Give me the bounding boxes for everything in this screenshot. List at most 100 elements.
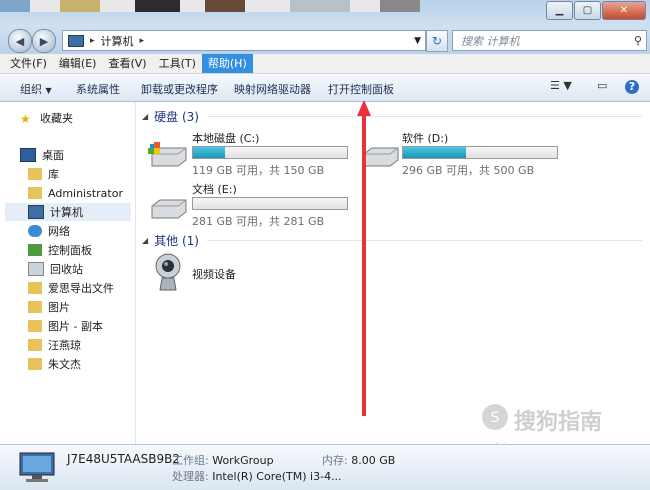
menu-file[interactable]: 文件(F)	[4, 54, 53, 73]
content-pane: ◢ 硬盘 (3) 本地磁盘 (C:) 119 GB 可用，共 150 GB 软件…	[136, 102, 650, 444]
recycle-bin-icon	[28, 262, 44, 276]
maximize-button[interactable]: ▢	[574, 1, 601, 20]
watermark-brand: 搜狗指南	[514, 410, 603, 435]
drive-free-space: 119 GB 可用，共 150 GB	[192, 164, 325, 177]
navigation-pane: ★ 收藏夹 桌面 库 Administrator 计算机 网络 控制面板 回收站…	[0, 102, 136, 444]
minimize-button[interactable]: ▁	[546, 1, 573, 20]
preview-pane-icon[interactable]: ▭	[597, 79, 607, 92]
details-pane: J7E48U5TAASB9B2 工作组: WorkGroup 内存: 8.00 …	[0, 444, 650, 490]
close-button[interactable]: ✕	[602, 1, 646, 20]
video-device-label[interactable]: 视频设备	[192, 266, 236, 282]
refresh-icon: ↻	[431, 34, 443, 48]
menu-tools[interactable]: 工具(T)	[153, 54, 202, 73]
drive-c-icon	[148, 142, 187, 167]
star-icon: ★	[20, 112, 31, 126]
nav-computer[interactable]: 计算机	[5, 203, 131, 221]
svg-text:S: S	[491, 410, 500, 426]
folder-icon	[28, 320, 42, 332]
drive-usage-bar	[192, 146, 348, 159]
nav-favorites[interactable]: ★ 收藏夹	[20, 109, 151, 127]
nav-label: 汪燕琼	[48, 339, 81, 352]
drive-usage-bar	[402, 146, 558, 159]
group-label: 其他 (1)	[154, 234, 199, 248]
taskbar-thumbnails	[0, 0, 420, 12]
webcam-icon	[155, 253, 181, 291]
cpu-label: 处理器:	[172, 470, 209, 483]
chevron-right-icon: ▸	[90, 35, 95, 46]
view-options-icon[interactable]: ☰ ▼	[550, 79, 572, 92]
folder-icon	[28, 282, 42, 294]
nav-label: 图片	[48, 301, 70, 314]
collapse-triangle-icon: ◢	[142, 112, 149, 121]
map-network-drive-button[interactable]: 映射网络驱动器	[234, 81, 311, 97]
nav-label: 桌面	[42, 149, 64, 162]
drive-name: 软件 (D:)	[402, 132, 449, 145]
address-bar[interactable]: ▸ 计算机 ▸ ▼	[62, 30, 426, 51]
nav-label: 库	[48, 168, 59, 181]
cpu-info: 处理器: Intel(R) Core(TM) i3-4...	[172, 468, 342, 484]
nav-label: 控制面板	[48, 244, 92, 257]
memory-label: 内存:	[322, 454, 348, 467]
organize-label: 组织	[20, 83, 42, 96]
computer-icon	[28, 205, 44, 219]
drive-name: 本地磁盘 (C:)	[192, 132, 260, 145]
help-icon[interactable]: ?	[625, 80, 639, 94]
menu-bar: 文件(F) 编辑(E) 查看(V) 工具(T) 帮助(H)	[0, 54, 650, 74]
nav-label: Administrator	[48, 186, 123, 200]
nav-desktop[interactable]: 桌面	[20, 146, 151, 164]
group-hard-disks[interactable]: ◢ 硬盘 (3)	[142, 108, 642, 125]
refresh-button[interactable]: ↻	[426, 30, 448, 52]
drive-e-icon	[151, 199, 187, 219]
forward-button[interactable]: ▶	[32, 29, 56, 53]
drive-name: 文档 (E:)	[192, 183, 237, 196]
organize-button[interactable]: 组织 ▼	[20, 81, 52, 97]
back-arrow-icon: ◀	[15, 34, 25, 48]
menu-view[interactable]: 查看(V)	[102, 54, 152, 73]
address-row: ◀ ▶ ▸ 计算机 ▸ ▼ ↻ 搜索 计算机 ⚲	[0, 26, 650, 54]
search-icon[interactable]: ⚲	[634, 34, 642, 47]
command-bar: 组织 ▼ 系统属性 卸载或更改程序 映射网络驱动器 打开控制面板 ☰ ▼ ▭ ?	[0, 74, 650, 102]
address-path: 计算机	[100, 34, 134, 48]
drive-usage-bar	[192, 197, 348, 210]
workgroup-value: WorkGroup	[212, 454, 274, 467]
title-bar: ▁ ▢ ✕	[0, 0, 650, 26]
folder-icon	[28, 301, 42, 313]
group-other[interactable]: ◢ 其他 (1)	[142, 232, 642, 249]
system-properties-button[interactable]: 系统属性	[76, 81, 120, 97]
computer-icon	[68, 34, 84, 47]
collapse-triangle-icon: ◢	[142, 236, 149, 245]
group-label: 硬盘 (3)	[154, 110, 199, 124]
nav-label: 朱文杰	[48, 358, 81, 371]
menu-help[interactable]: 帮助(H)	[201, 54, 253, 73]
drive-free-space: 296 GB 可用，共 500 GB	[402, 164, 535, 177]
drive-free-space: 281 GB 可用，共 281 GB	[192, 215, 325, 228]
nav-label: 计算机	[50, 206, 83, 219]
folder-icon	[28, 358, 42, 370]
nav-label: 回收站	[50, 263, 83, 276]
workgroup-label: 工作组:	[172, 454, 209, 467]
search-input[interactable]: 搜索 计算机 ⚲	[452, 30, 647, 51]
menu-edit[interactable]: 编辑(E)	[53, 54, 103, 73]
cpu-value: Intel(R) Core(TM) i3-4...	[212, 470, 342, 483]
uninstall-program-button[interactable]: 卸载或更改程序	[141, 81, 218, 97]
nav-label: 网络	[48, 225, 70, 238]
user-folder-icon	[28, 187, 42, 199]
chevron-down-icon: ▼	[45, 86, 52, 95]
library-icon	[28, 168, 42, 180]
search-placeholder: 搜索 计算机	[461, 34, 520, 48]
chevron-down-icon[interactable]: ▼	[414, 36, 421, 46]
nav-label: 爱思导出文件	[48, 282, 114, 295]
folder-icon	[28, 339, 42, 351]
desktop-icon	[20, 148, 36, 162]
computer-icon	[19, 452, 55, 482]
forward-arrow-icon: ▶	[39, 34, 49, 48]
back-button[interactable]: ◀	[8, 29, 32, 53]
open-control-panel-button[interactable]: 打开控制面板	[328, 81, 394, 97]
drive-d-icon	[363, 147, 399, 167]
memory-value: 8.00 GB	[351, 454, 396, 467]
network-icon	[28, 225, 42, 237]
chevron-right-icon: ▸	[139, 35, 145, 46]
control-panel-icon	[28, 244, 42, 256]
workgroup-info: 工作组: WorkGroup	[172, 452, 274, 468]
nav-label: 收藏夹	[40, 112, 73, 125]
